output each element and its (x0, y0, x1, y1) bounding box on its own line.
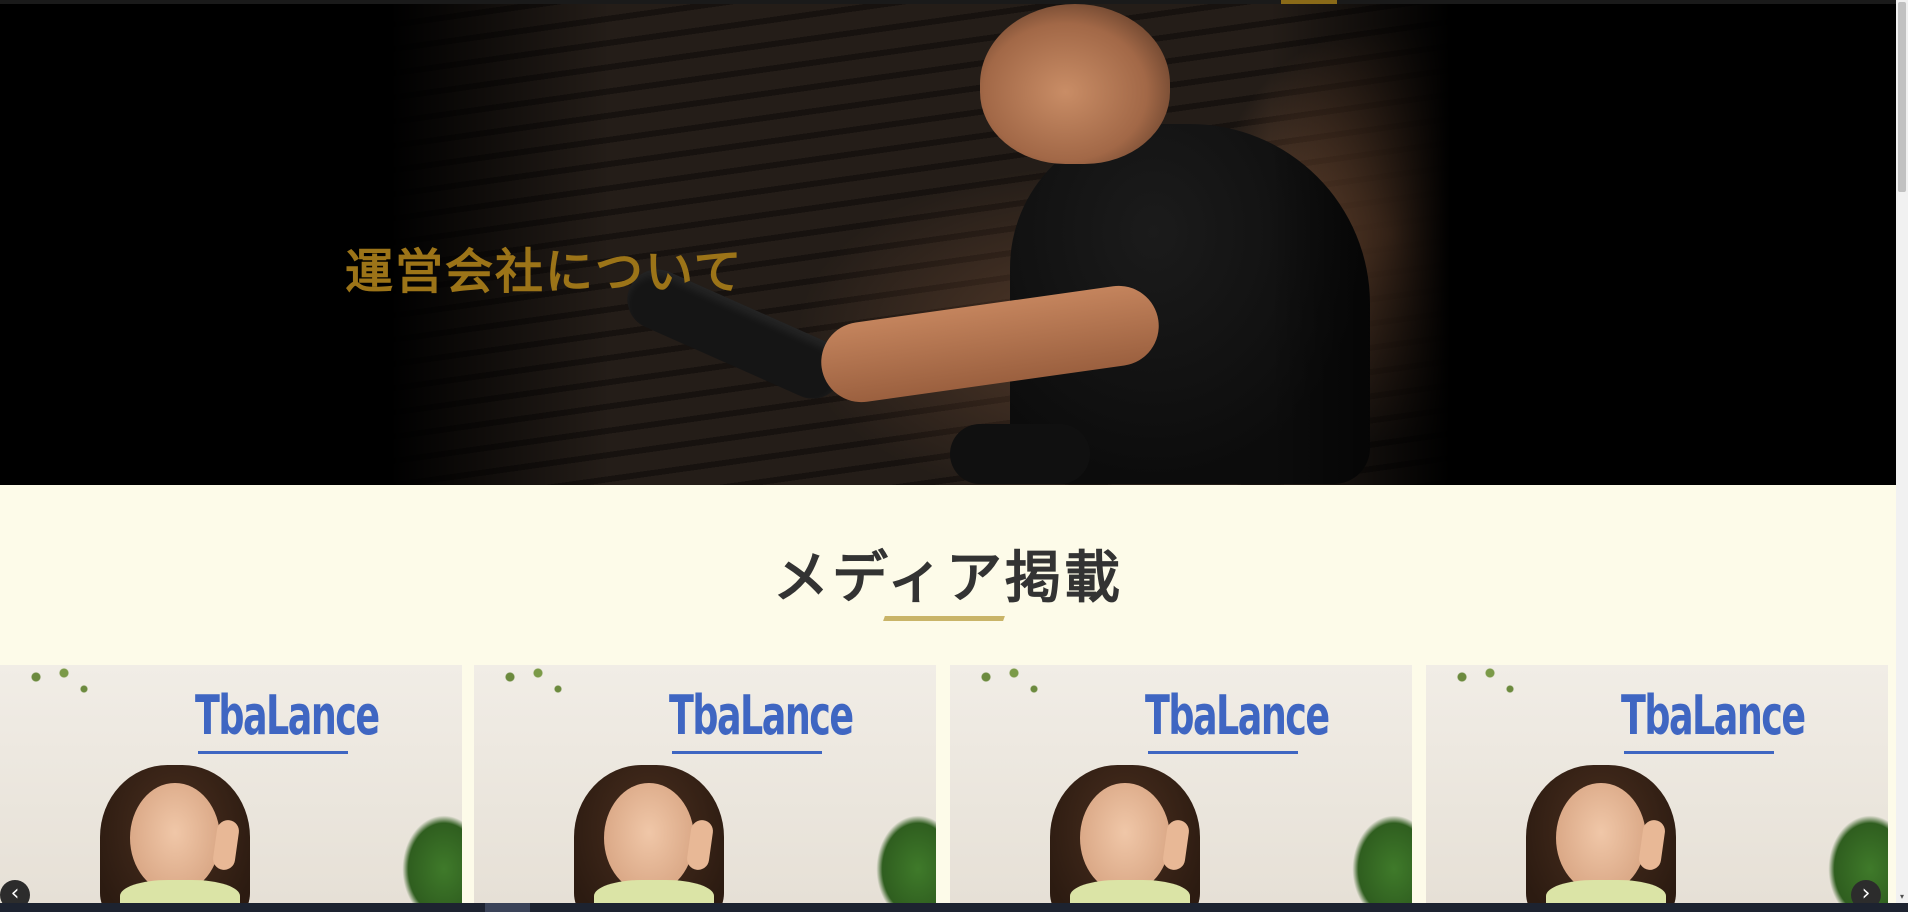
person-top (1546, 880, 1666, 905)
media-slide[interactable]: TbaLance (474, 665, 936, 905)
bottom-bar-segment (485, 903, 530, 912)
leaves-decoration (494, 665, 574, 705)
plant-decoration (876, 815, 936, 905)
hero-title: 運営会社について (345, 244, 744, 300)
logo-underline (198, 751, 348, 754)
person-face (130, 783, 220, 893)
media-slide[interactable]: TbaLance (0, 665, 462, 905)
hero-figure-head (980, 4, 1170, 164)
hero-handlebar-grip (950, 424, 1090, 484)
logo-underline (672, 751, 822, 754)
tbalance-logo: TbaLance (669, 684, 854, 747)
bottom-bar (0, 903, 1908, 912)
hero-fade-right (1270, 4, 1450, 485)
plant-decoration (1352, 815, 1412, 905)
tbalance-logo: TbaLance (1621, 684, 1806, 747)
media-section: メディア掲載 TbaLance TbaLance TbaLance TbaLan… (0, 485, 1896, 905)
logo-underline (1624, 751, 1774, 754)
person-top (1070, 880, 1190, 905)
person-face (604, 783, 694, 893)
plant-decoration (402, 815, 462, 905)
scroll-down-arrow-icon[interactable]: ▾ (1896, 891, 1908, 903)
person-face (1080, 783, 1170, 893)
leaves-decoration (20, 665, 100, 705)
person-face (1556, 783, 1646, 893)
tbalance-logo: TbaLance (195, 684, 380, 747)
page: 運営会社について メディア掲載 TbaLance TbaLance TbaLan… (0, 0, 1908, 912)
media-slide[interactable]: TbaLance (950, 665, 1412, 905)
person-top (120, 880, 240, 905)
leaves-decoration (1446, 665, 1526, 705)
heading-underline (883, 616, 1005, 621)
media-heading: メディア掲載 (772, 546, 1124, 611)
person-top (594, 880, 714, 905)
media-slide[interactable]: TbaLance (1426, 665, 1888, 905)
scrollbar-thumb[interactable] (1898, 2, 1906, 192)
media-slider[interactable]: TbaLance TbaLance TbaLance TbaLance (0, 665, 1896, 905)
leaves-decoration (970, 665, 1050, 705)
tbalance-logo: TbaLance (1145, 684, 1330, 747)
hero-section: 運営会社について (0, 4, 1896, 485)
logo-underline (1148, 751, 1298, 754)
